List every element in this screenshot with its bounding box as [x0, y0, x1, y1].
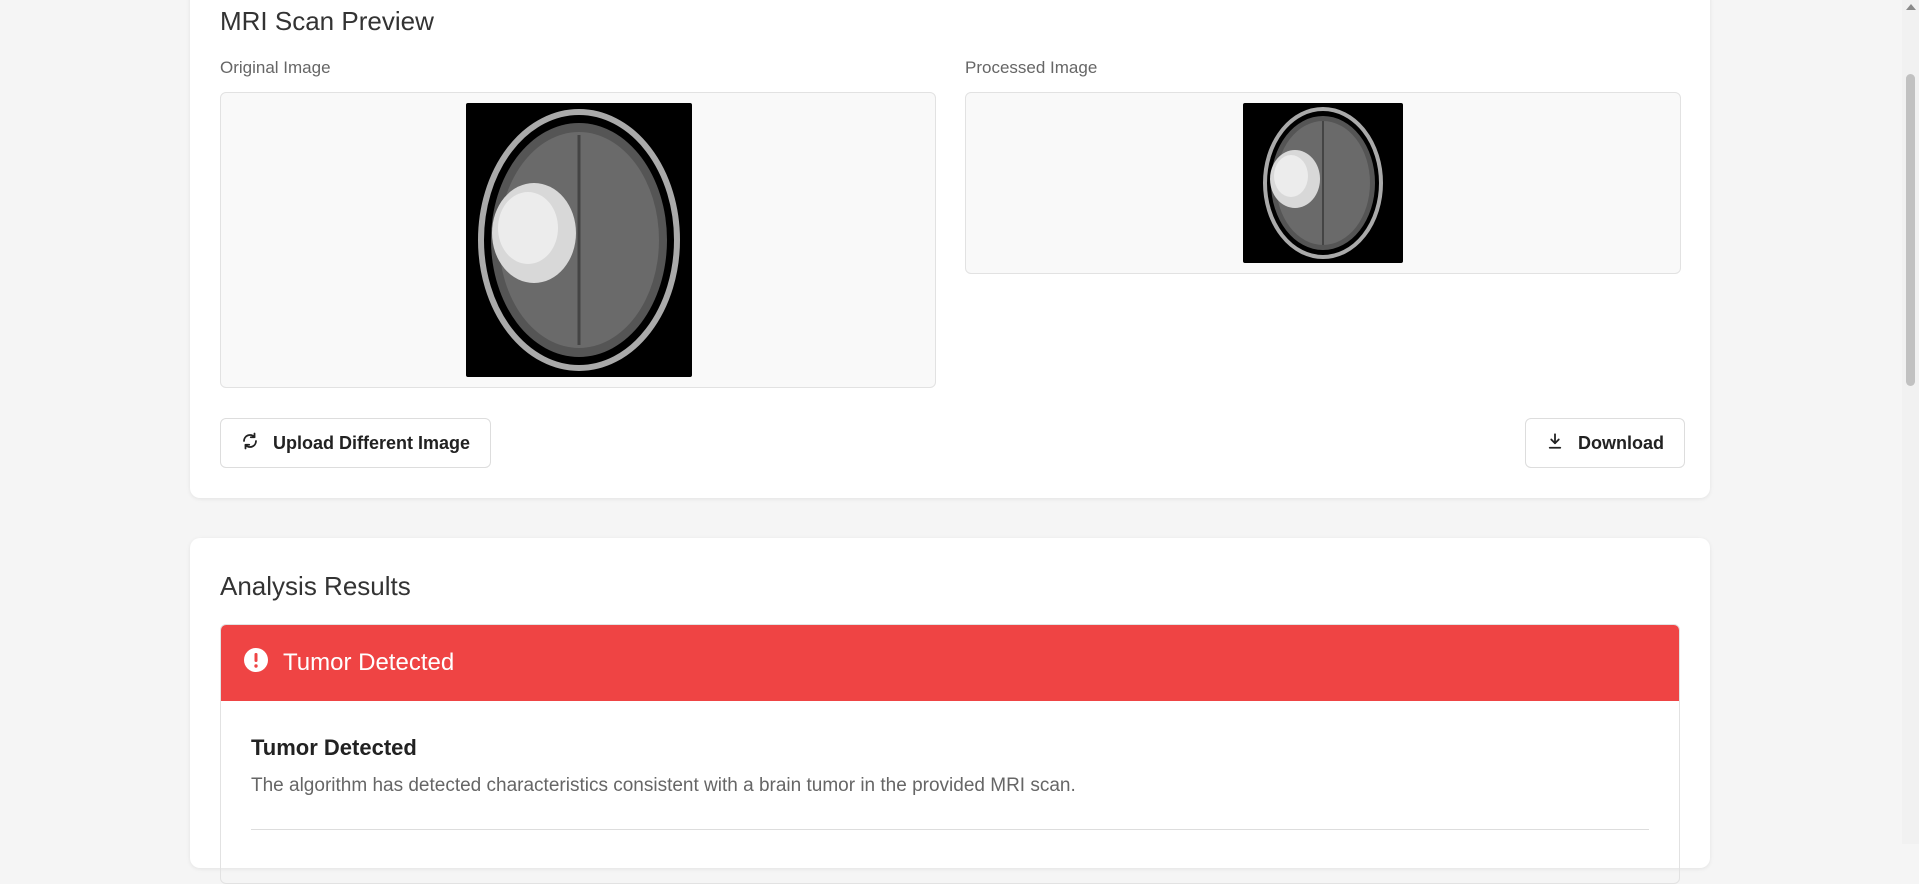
analysis-results-card: Analysis Results Tumor Detected Tumor De… — [190, 538, 1710, 884]
status-banner-text: Tumor Detected — [283, 649, 455, 676]
processed-mri-image — [1243, 103, 1403, 263]
refresh-icon — [241, 432, 259, 455]
brain-scan-processed-graphic — [1263, 107, 1383, 259]
result-title: Tumor Detected — [251, 735, 417, 760]
original-mri-image — [466, 103, 692, 377]
download-button[interactable]: Download — [1525, 418, 1685, 468]
scrollbar-thumb[interactable] — [1906, 74, 1915, 386]
result-body: Tumor Detected The algorithm has detecte… — [221, 701, 1679, 830]
preview-title: MRI Scan Preview — [220, 6, 434, 36]
download-button-label: Download — [1578, 432, 1664, 453]
upload-different-image-button[interactable]: Upload Different Image — [220, 418, 492, 468]
mri-preview-card: MRI Scan Preview Original Image Processe… — [190, 0, 1710, 498]
results-title: Analysis Results — [220, 571, 411, 601]
download-icon — [1546, 432, 1564, 455]
result-panel: Tumor Detected Tumor Detected The algori… — [220, 624, 1680, 884]
brain-scan-graphic — [478, 109, 680, 371]
result-description: The algorithm has detected characteristi… — [251, 775, 1076, 796]
processed-image-container — [965, 92, 1681, 274]
scroll-up-arrow-icon[interactable] — [1906, 4, 1916, 10]
alert-circle-icon — [243, 647, 269, 680]
divider — [251, 829, 1649, 830]
processed-image-label: Processed Image — [965, 58, 1098, 77]
original-image-container — [220, 92, 936, 388]
original-image-label: Original Image — [220, 58, 331, 77]
page-scrollbar[interactable] — [1902, 0, 1919, 844]
status-banner: Tumor Detected — [221, 625, 1679, 701]
upload-button-label: Upload Different Image — [273, 432, 471, 453]
